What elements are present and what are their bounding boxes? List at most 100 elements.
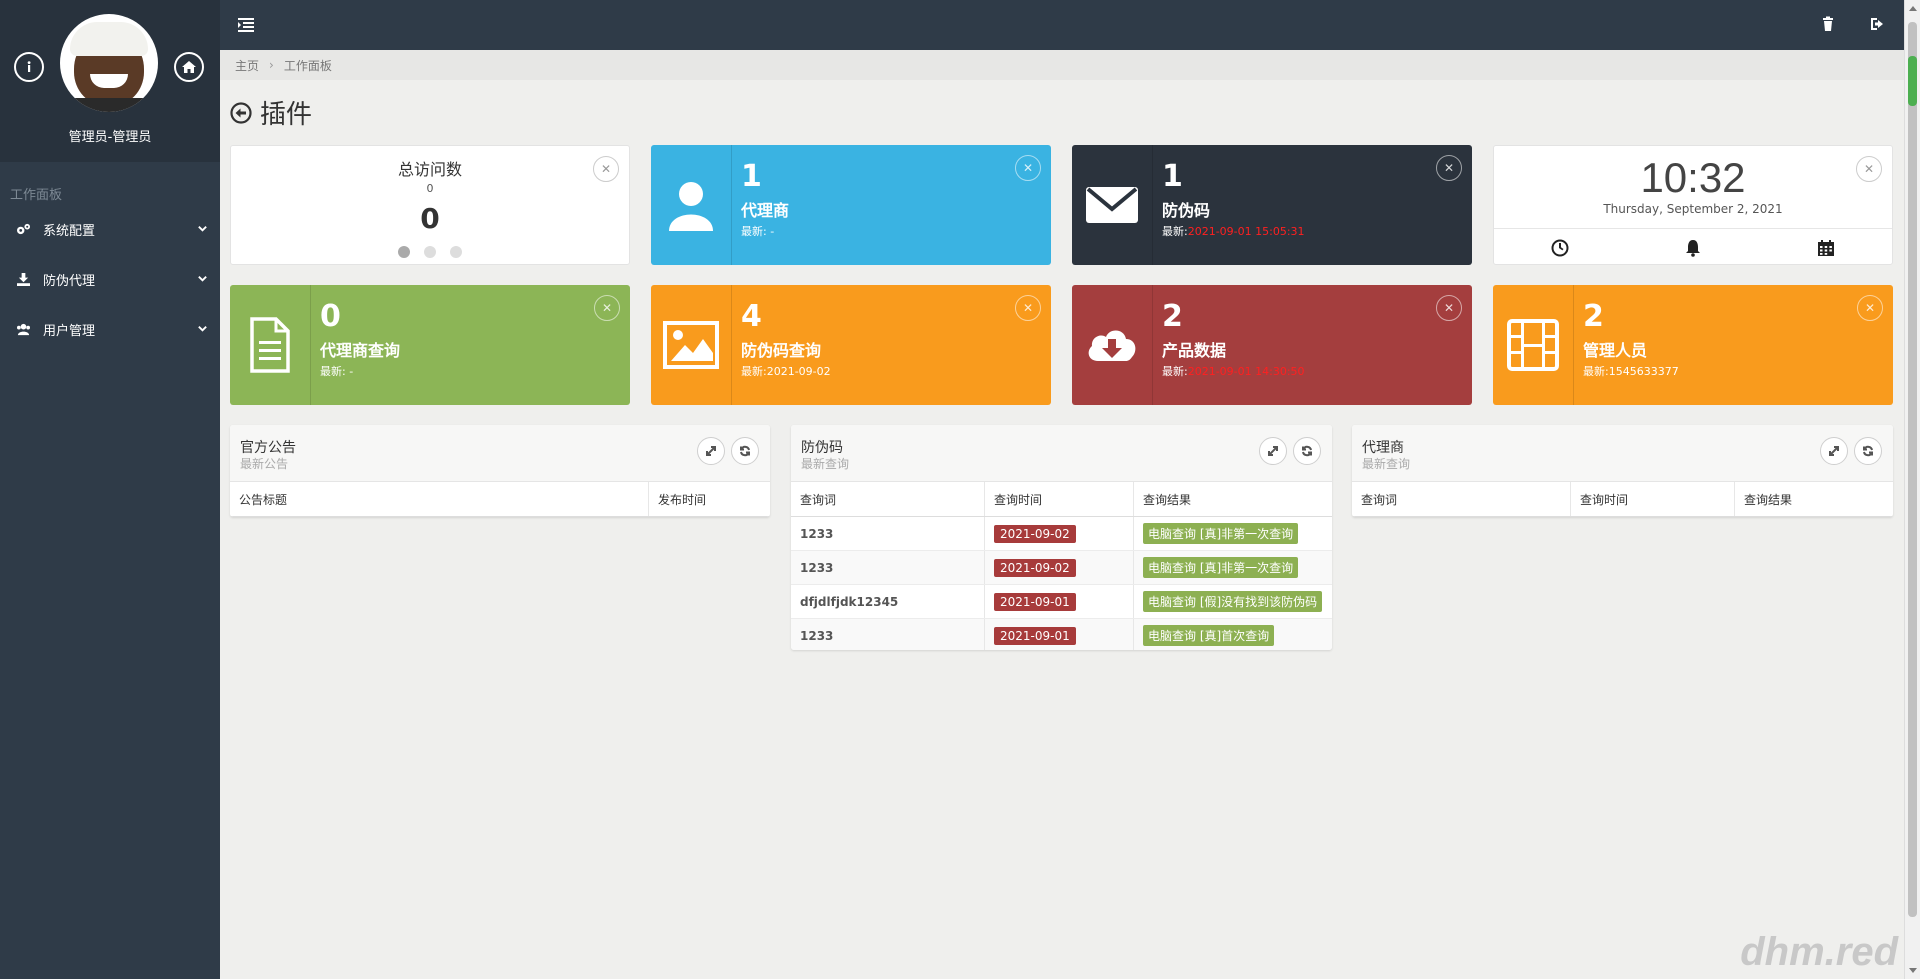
agent-tile: 1 代理商 最新: - ✕ bbox=[651, 145, 1051, 265]
panel-title: 代理商 bbox=[1362, 440, 1404, 456]
close-icon[interactable]: ✕ bbox=[1436, 155, 1462, 181]
bell-icon[interactable] bbox=[1627, 229, 1760, 264]
film-icon bbox=[1493, 285, 1574, 405]
close-icon[interactable]: ✕ bbox=[594, 295, 620, 321]
agent-query-latest: 最新: - bbox=[320, 365, 354, 378]
chevron-down-icon bbox=[197, 323, 208, 334]
download-icon bbox=[16, 272, 34, 286]
panel-subtitle: 最新查询 bbox=[801, 457, 850, 471]
home-button[interactable] bbox=[174, 52, 204, 82]
query-word: dfjdlfjdk12345 bbox=[791, 584, 985, 619]
column-header[interactable]: 查询结果 bbox=[1133, 482, 1332, 517]
visits-big-value: 0 bbox=[420, 202, 440, 235]
chevron-down-icon bbox=[197, 273, 208, 284]
trash-icon[interactable] bbox=[1820, 16, 1836, 32]
query-result-badge: 电脑查询 [假]没有找到该防伪码 bbox=[1143, 591, 1323, 612]
refresh-button[interactable] bbox=[731, 437, 759, 465]
close-icon[interactable]: ✕ bbox=[1015, 295, 1041, 321]
user-icon bbox=[651, 145, 732, 265]
expand-button[interactable] bbox=[1259, 437, 1287, 465]
admin-title: 管理人员 bbox=[1583, 341, 1648, 360]
column-header[interactable]: 查询时间 bbox=[1570, 482, 1735, 517]
carousel-dot[interactable] bbox=[398, 246, 410, 258]
query-word: 1233 bbox=[791, 516, 985, 551]
carousel-dot[interactable] bbox=[424, 246, 436, 258]
table-row: 1233 2021-09-01 电脑查询 [真]首次查询 bbox=[791, 618, 1332, 650]
code-panel: 防伪码 最新查询 查询词 查询时间 查询结果 1233 2021-09-02 电… bbox=[791, 425, 1332, 650]
close-icon[interactable]: ✕ bbox=[1015, 155, 1041, 181]
scroll-up-icon[interactable] bbox=[1909, 6, 1917, 11]
expand-button[interactable] bbox=[697, 437, 725, 465]
column-header[interactable]: 发布时间 bbox=[648, 482, 770, 517]
menu-toggle-icon[interactable] bbox=[238, 17, 254, 32]
agent-table: 查询词 查询时间 查询结果 bbox=[1352, 482, 1893, 517]
panel-header: 防伪码 最新查询 bbox=[791, 425, 1332, 482]
sidebar-item-user-management[interactable]: 用户管理 bbox=[0, 304, 220, 354]
query-result-badge: 电脑查询 [真]非第一次查询 bbox=[1143, 523, 1299, 544]
agent-latest: 最新: - bbox=[741, 225, 775, 238]
watermark-text: dhm.red bbox=[1740, 930, 1898, 974]
product-latest: 最新:2021-09-01 14:30:50 bbox=[1162, 365, 1305, 378]
profile-name: 管理员-管理员 bbox=[68, 130, 152, 145]
expand-icon bbox=[1268, 446, 1278, 456]
info-button[interactable] bbox=[14, 52, 44, 82]
scroll-down-icon[interactable] bbox=[1909, 968, 1917, 973]
code-count: 1 bbox=[1162, 159, 1183, 194]
refresh-icon bbox=[1302, 445, 1312, 457]
table-row: 1233 2021-09-02 电脑查询 [真]非第一次查询 bbox=[791, 550, 1332, 585]
expand-icon bbox=[706, 446, 716, 456]
query-time-badge: 2021-09-01 bbox=[994, 626, 1076, 645]
code-query-latest: 最新:2021-09-02 bbox=[741, 365, 831, 378]
carousel-dot[interactable] bbox=[450, 246, 462, 258]
column-header[interactable]: 查询时间 bbox=[984, 482, 1134, 517]
code-query-count: 4 bbox=[741, 299, 762, 334]
logout-icon[interactable] bbox=[1869, 16, 1885, 32]
image-icon bbox=[651, 285, 732, 405]
panel-header: 官方公告 最新公告 bbox=[230, 425, 770, 482]
home-icon bbox=[182, 61, 196, 73]
calendar-icon[interactable] bbox=[1759, 229, 1892, 264]
topbar bbox=[220, 0, 1904, 50]
product-count: 2 bbox=[1162, 299, 1183, 334]
sidebar: 管理员-管理员 工作面板 系统配置 防伪代理 用户管理 bbox=[0, 0, 220, 979]
query-time-badge: 2021-09-02 bbox=[994, 524, 1076, 543]
code-table: 查询词 查询时间 查询结果 1233 2021-09-02 电脑查询 [真]非第… bbox=[791, 482, 1332, 650]
close-icon[interactable]: ✕ bbox=[1436, 295, 1462, 321]
admin-latest: 最新:1545633377 bbox=[1583, 365, 1679, 378]
chevron-down-icon bbox=[197, 223, 208, 234]
close-icon[interactable]: ✕ bbox=[593, 156, 619, 182]
envelope-icon bbox=[1072, 145, 1153, 265]
expand-icon bbox=[1829, 446, 1839, 456]
column-header[interactable]: 查询词 bbox=[1352, 482, 1571, 517]
refresh-button[interactable] bbox=[1293, 437, 1321, 465]
clock-icon[interactable] bbox=[1494, 229, 1627, 264]
query-word: 1233 bbox=[791, 550, 985, 585]
sidebar-item-system-config[interactable]: 系统配置 bbox=[0, 204, 220, 254]
admin-count: 2 bbox=[1583, 299, 1604, 334]
nav-caption: 工作面板 bbox=[10, 188, 63, 203]
page-title-text: 插件 bbox=[260, 100, 313, 130]
clock-time: 10:32 bbox=[1640, 154, 1746, 201]
back-circle-icon[interactable] bbox=[230, 101, 252, 124]
column-header[interactable]: 公告标题 bbox=[230, 482, 649, 517]
column-header[interactable]: 查询结果 bbox=[1734, 482, 1893, 517]
breadcrumb-home-link[interactable]: 主页 bbox=[235, 57, 259, 74]
gears-icon bbox=[16, 222, 34, 236]
panel-subtitle: 最新公告 bbox=[240, 457, 289, 471]
panel-header: 代理商 最新查询 bbox=[1352, 425, 1893, 482]
avatar[interactable] bbox=[60, 14, 158, 112]
close-icon[interactable]: ✕ bbox=[1856, 156, 1882, 182]
expand-button[interactable] bbox=[1820, 437, 1848, 465]
code-tile: 1 防伪码 最新:2021-09-01 15:05:31 ✕ bbox=[1072, 145, 1472, 265]
column-header[interactable]: 查询词 bbox=[791, 482, 985, 517]
agent-panel: 代理商 最新查询 查询词 查询时间 查询结果 bbox=[1352, 425, 1893, 517]
code-title: 防伪码 bbox=[1162, 201, 1211, 220]
close-icon[interactable]: ✕ bbox=[1857, 295, 1883, 321]
page-scrollbar[interactable] bbox=[1904, 0, 1920, 979]
scrollbar-thumb[interactable] bbox=[1908, 22, 1917, 917]
sidebar-item-anti-fake-agent[interactable]: 防伪代理 bbox=[0, 254, 220, 304]
cloud-download-icon bbox=[1072, 285, 1153, 405]
query-word: 1233 bbox=[791, 618, 985, 650]
refresh-button[interactable] bbox=[1854, 437, 1882, 465]
agent-count: 1 bbox=[741, 159, 762, 194]
